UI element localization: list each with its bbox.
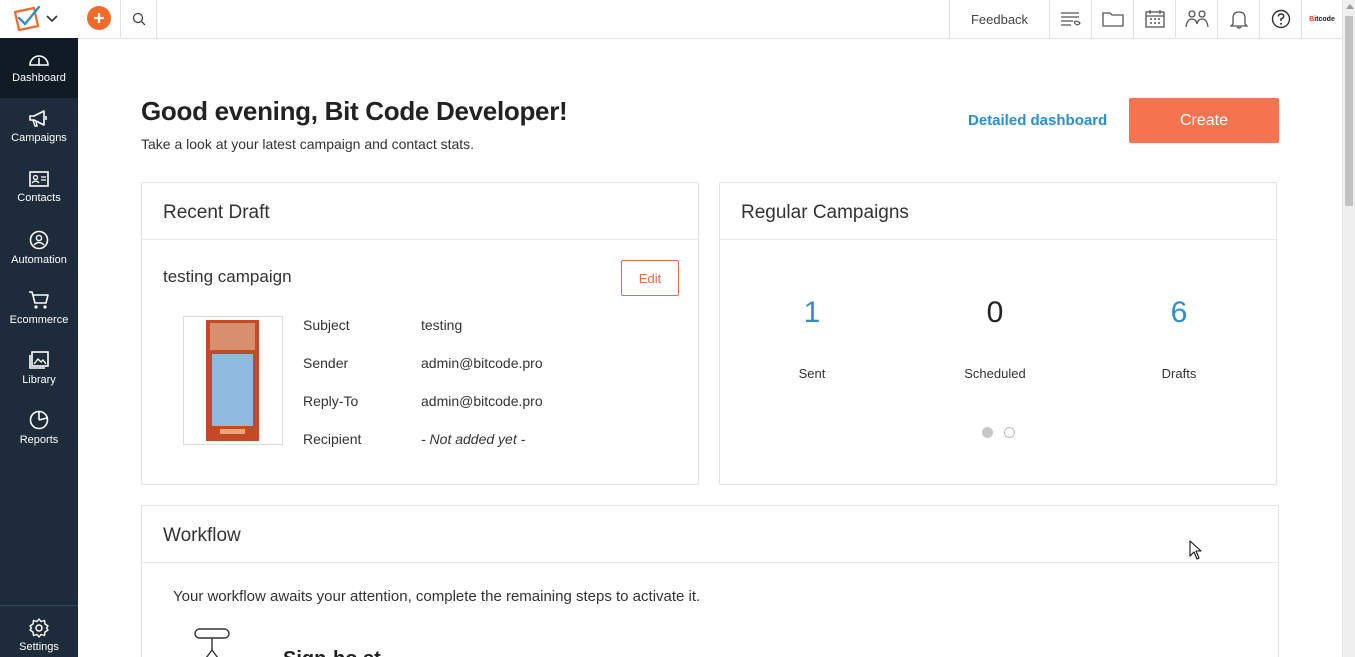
image-library-icon xyxy=(29,351,49,369)
sidebar-item-library[interactable]: Library xyxy=(0,338,78,398)
chevron-down-icon[interactable] xyxy=(46,15,58,23)
sidebar-item-label: Campaigns xyxy=(11,132,67,144)
sidebar-item-settings[interactable]: Settings xyxy=(0,605,78,657)
folder-button[interactable] xyxy=(1091,0,1133,38)
gear-icon xyxy=(29,618,49,638)
scheduled-label: Scheduled xyxy=(964,366,1026,381)
sidebar-item-ecommerce[interactable]: Ecommerce xyxy=(0,278,78,338)
sidebar-item-contacts[interactable]: Contacts xyxy=(0,158,78,218)
sidebar-item-label: Dashboard xyxy=(12,72,66,84)
page-subtitle: Take a look at your latest campaign and … xyxy=(141,136,475,152)
card-title: Recent Draft xyxy=(142,183,698,240)
plus-icon xyxy=(94,13,104,23)
sidebar-item-label: Ecommerce xyxy=(9,314,69,326)
quick-create-button[interactable] xyxy=(87,6,111,30)
app-logo[interactable] xyxy=(0,0,78,38)
sender-label: Sender xyxy=(303,355,349,371)
list-button[interactable] xyxy=(1049,0,1091,38)
campaign-thumbnail[interactable] xyxy=(183,316,283,445)
brand-name: itcode xyxy=(1314,15,1335,23)
search-icon xyxy=(132,12,145,26)
detailed-dashboard-link[interactable]: Detailed dashboard xyxy=(968,112,1107,129)
pie-chart-icon xyxy=(29,410,49,430)
folder-icon xyxy=(1101,12,1124,27)
bell-icon xyxy=(1229,11,1248,29)
edit-draft-button[interactable]: Edit xyxy=(621,260,679,296)
thumbnail-preview xyxy=(206,320,259,441)
page-scrollbar[interactable] xyxy=(1342,0,1355,657)
calendar-icon xyxy=(1144,10,1165,28)
pager-dot-active[interactable] xyxy=(982,427,993,438)
megaphone-icon xyxy=(29,110,47,127)
feedback-button[interactable]: Feedback xyxy=(949,0,1049,38)
workflow-flow-icon xyxy=(194,628,230,657)
account-brand[interactable]: Bitcode xyxy=(1301,0,1342,38)
logo-icon xyxy=(13,6,41,32)
recipient-value: - Not added yet - xyxy=(421,431,526,447)
reply-to-value: admin@bitcode.pro xyxy=(421,393,543,409)
contact-card-icon xyxy=(29,171,49,187)
sent-count[interactable]: 1 xyxy=(752,296,872,330)
sidebar-item-label: Contacts xyxy=(17,192,61,204)
card-title: Regular Campaigns xyxy=(720,183,1276,240)
thumbnail-panel xyxy=(212,354,253,426)
create-button[interactable]: Create xyxy=(1129,98,1279,143)
scroll-thumb[interactable] xyxy=(1345,16,1353,206)
sidebar-item-automation[interactable]: Automation xyxy=(0,218,78,278)
recipient-label: Recipient xyxy=(303,431,362,447)
sidebar-item-label: Library xyxy=(22,374,56,386)
sidebar-item-label: Automation xyxy=(11,254,67,266)
drafts-label: Drafts xyxy=(1161,366,1197,381)
sidebar-item-reports[interactable]: Reports xyxy=(0,398,78,458)
sidebar-item-campaigns[interactable]: Campaigns xyxy=(0,98,78,158)
gauge-icon xyxy=(29,55,49,66)
sidebar-item-label: Reports xyxy=(19,434,59,446)
page-title: Good evening, Bit Code Developer! xyxy=(141,96,568,126)
thumbnail-photo xyxy=(210,323,255,350)
notifications-button[interactable] xyxy=(1217,0,1259,38)
pager-dot[interactable] xyxy=(1004,427,1015,438)
sent-label: Sent xyxy=(798,366,826,381)
search-button[interactable] xyxy=(120,0,157,38)
sender-value: admin@bitcode.pro xyxy=(421,355,543,371)
settings-label: Settings xyxy=(19,641,59,653)
drafts-count[interactable]: 6 xyxy=(1119,296,1239,330)
workflow-message: Your workflow awaits your attention, com… xyxy=(173,588,701,605)
help-icon xyxy=(1271,9,1290,29)
card-title: Workflow xyxy=(142,506,1278,563)
sidebar: Dashboard Campaigns Contacts Automation xyxy=(0,38,78,657)
cart-icon xyxy=(29,291,49,309)
thumbnail-footer xyxy=(220,429,245,434)
workflow-card: Workflow Your workflow awaits your atten… xyxy=(141,505,1279,657)
calendar-button[interactable] xyxy=(1133,0,1175,38)
help-button[interactable] xyxy=(1259,0,1301,38)
list-icon xyxy=(1060,12,1081,26)
regular-campaigns-card: Regular Campaigns 1 Sent 0 Scheduled 6 D… xyxy=(719,182,1277,485)
mouse-cursor-icon xyxy=(1189,540,1202,560)
subject-value: testing xyxy=(421,317,463,333)
reply-to-label: Reply-To xyxy=(303,393,359,409)
recent-draft-card: Recent Draft testing campaign Edit Subje… xyxy=(141,182,699,485)
users-button[interactable] xyxy=(1175,0,1217,38)
scheduled-count[interactable]: 0 xyxy=(935,296,1055,330)
draft-campaign-name: testing campaign xyxy=(163,267,292,286)
automation-icon xyxy=(29,230,49,250)
sidebar-item-dashboard[interactable]: Dashboard xyxy=(0,38,78,98)
workflow-step-title: Sign-ho st xyxy=(283,648,381,657)
subject-label: Subject xyxy=(303,317,350,333)
top-bar: Feedback B itcode xyxy=(0,0,1342,39)
top-right-toolbar: Feedback B itcode xyxy=(949,0,1342,38)
users-icon xyxy=(1184,10,1209,28)
scroll-up-arrow-icon[interactable] xyxy=(1346,4,1354,9)
